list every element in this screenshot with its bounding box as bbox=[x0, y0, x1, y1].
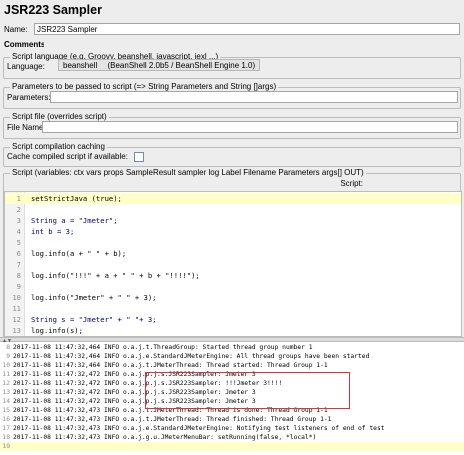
script-file-legend: Script file (overrides script) bbox=[10, 112, 109, 121]
script-header: Script: bbox=[340, 179, 363, 188]
script-language-group: Script language (e.g. Groovy, beanshell,… bbox=[3, 52, 461, 79]
cache-checkbox[interactable] bbox=[134, 152, 144, 162]
script-editor[interactable]: 1 setStrictJava (true); 2 3 String a = "Jm… bbox=[4, 191, 462, 337]
code-line: 3 String a = "Jmeter"; bbox=[16, 216, 118, 225]
parameters-field[interactable] bbox=[50, 91, 458, 103]
file-name-field[interactable] bbox=[42, 121, 458, 133]
name-field[interactable]: JSR223 Sampler bbox=[34, 23, 460, 35]
code-line: 11 bbox=[12, 304, 21, 313]
parameters-group: Parameters to be passed to script (=> St… bbox=[3, 82, 461, 109]
log-line: 17 2017-11-08 11:47:32,473 INFO o.a.j.e.S… bbox=[2, 425, 385, 432]
page-title: JSR223 Sampler bbox=[4, 3, 102, 17]
language-label: Language: bbox=[7, 62, 45, 71]
parameters-legend: Parameters to be passed to script (=> St… bbox=[10, 82, 279, 91]
code-line: 12 String s = "Jmeter" + " "+ 3; bbox=[12, 315, 157, 324]
code-line: 4 int b = 3; bbox=[16, 227, 75, 236]
comments-field[interactable] bbox=[44, 38, 460, 50]
parameters-label: Parameters: bbox=[7, 93, 51, 102]
language-select[interactable]: beanshell (BeanShell 2.0b5 / BeanShell E… bbox=[58, 59, 261, 71]
script-legend: Script (variables: ctx vars props Sample… bbox=[10, 168, 366, 177]
code-line: 9 bbox=[16, 282, 21, 291]
code-line: 2 bbox=[16, 205, 21, 214]
language-engine: (BeanShell 2.0b5 / BeanShell Engine 1.0) bbox=[107, 61, 256, 70]
log-line: 9 2017-11-08 11:47:32,464 INFO o.a.j.e.St… bbox=[6, 353, 370, 360]
log-line: 19 bbox=[0, 442, 464, 451]
log-line: 10 2017-11-08 11:47:32,464 INFO o.a.j.t.J… bbox=[2, 362, 328, 369]
caching-group: Script compilation caching Cache compile… bbox=[3, 142, 461, 167]
code-line: 7 bbox=[16, 260, 21, 269]
code-line: 8 log.info("!!!" + a + " " + b + "!!!!"); bbox=[16, 271, 200, 280]
log-line: 16 2017-11-08 11:47:32,473 INFO o.a.j.t.J… bbox=[2, 416, 332, 423]
code-line: 5 bbox=[16, 238, 21, 247]
log-line: 18 2017-11-08 11:47:32,473 INFO o.a.j.g.u… bbox=[2, 434, 317, 441]
sampler-panel: JSR223 Sampler Name: JSR223 Sampler Comm… bbox=[0, 0, 464, 342]
code-line-text: setStrictJava (true); bbox=[31, 194, 122, 203]
log-line: 8 2017-11-08 11:47:32,464 INFO o.a.j.t.Th… bbox=[6, 344, 313, 351]
comments-label: Comments: bbox=[4, 40, 49, 49]
file-name-label: File Name: bbox=[7, 123, 46, 132]
highlight-box bbox=[145, 372, 350, 409]
code-line: 6 log.info(a + " " + b); bbox=[16, 249, 127, 258]
name-label: Name: bbox=[4, 25, 28, 34]
code-line: 1 setStrictJava (true); bbox=[5, 193, 461, 204]
caching-legend: Script compilation caching bbox=[10, 142, 107, 151]
cache-label: Cache compiled script if available: bbox=[7, 152, 128, 161]
script-file-group: Script file (overrides script) File Name… bbox=[3, 112, 461, 139]
code-line: 10 log.info("Jmeter" + " " + 3); bbox=[12, 293, 157, 302]
language-value: beanshell bbox=[63, 61, 98, 70]
code-line: 13 log.info(s); bbox=[12, 326, 83, 335]
